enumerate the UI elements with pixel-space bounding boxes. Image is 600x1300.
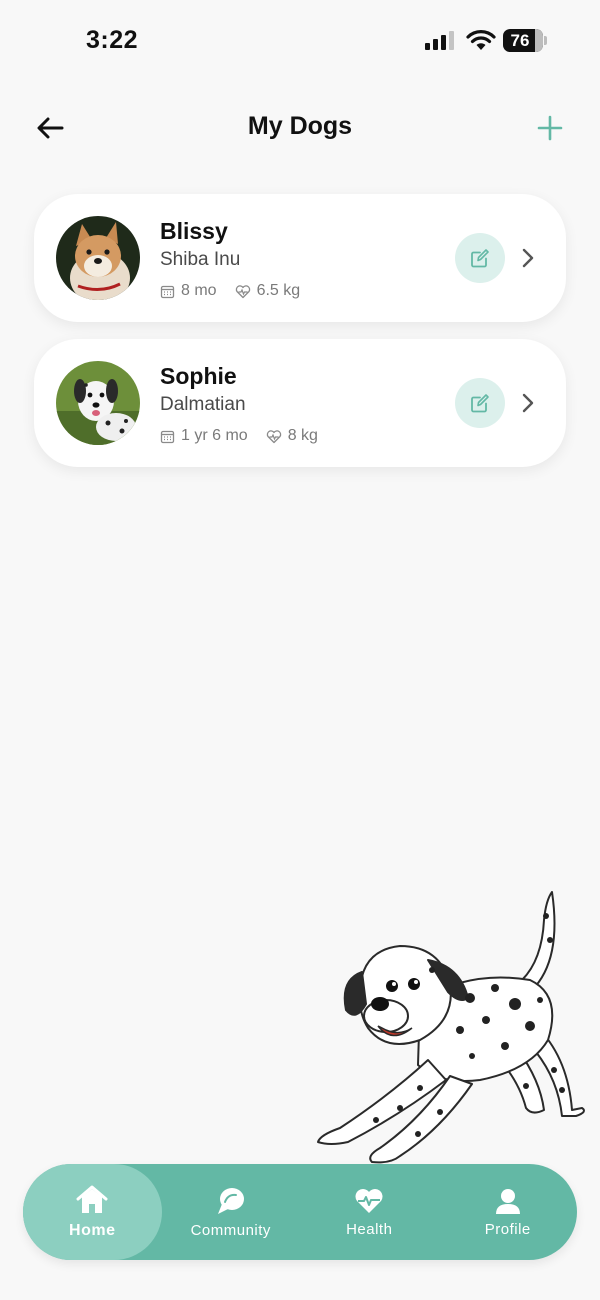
- edit-button[interactable]: [455, 233, 505, 283]
- cellular-signal-icon: [425, 31, 454, 50]
- dog-name: Blissy: [160, 218, 228, 244]
- dog-weight: 6.5 kg: [256, 282, 301, 299]
- nav-label: Home: [69, 1222, 116, 1239]
- dog-card[interactable]: Sophie Dalmatian 1 yr 6 mo 8 kg: [34, 339, 566, 467]
- dog-age: 8 mo: [181, 282, 217, 299]
- dog-age: 1 yr 6 mo: [181, 427, 248, 444]
- dog-name: Sophie: [160, 363, 237, 389]
- nav-item-profile[interactable]: Profile: [439, 1164, 578, 1260]
- heart-pulse-icon: [355, 1188, 383, 1213]
- home-icon: [76, 1185, 108, 1213]
- dalmatian-illustration: [317, 891, 585, 1164]
- dog-avatar: [56, 216, 140, 300]
- dog-list: Blissy Shiba Inu 8 mo 6.5 kg Sophie Dalm…: [34, 194, 566, 484]
- header: My Dogs: [0, 100, 600, 156]
- wifi-icon: [466, 30, 496, 50]
- dog-breed: Shiba Inu: [160, 249, 241, 270]
- dog-meta: 8 mo 6.5 kg: [160, 282, 318, 300]
- edit-icon: [471, 249, 489, 268]
- nav-item-home[interactable]: Home: [23, 1164, 162, 1260]
- dog-breed: Dalmatian: [160, 394, 246, 415]
- add-icon[interactable]: [534, 112, 566, 144]
- nav-label: Community: [190, 1221, 271, 1239]
- calendar-icon: [160, 285, 175, 298]
- bottom-nav: Home Community Health Profile: [23, 1164, 577, 1260]
- heart-pulse-icon: [235, 284, 250, 298]
- edit-icon: [471, 394, 489, 413]
- dog-weight: 8 kg: [287, 427, 318, 444]
- dog-card[interactable]: Blissy Shiba Inu 8 mo 6.5 kg: [34, 194, 566, 322]
- nav-item-health[interactable]: Health: [300, 1164, 439, 1260]
- chevron-right-icon[interactable]: [520, 391, 536, 415]
- dog-meta: 1 yr 6 mo 8 kg: [160, 427, 336, 445]
- page-title: My Dogs: [247, 112, 353, 140]
- heart-pulse-icon: [266, 429, 281, 443]
- battery-level: 76: [510, 31, 530, 50]
- battery-indicator: 76: [503, 29, 543, 52]
- battery-cap: [544, 36, 547, 45]
- dog-avatar: [56, 361, 140, 445]
- person-icon: [495, 1188, 520, 1214]
- calendar-icon: [160, 430, 175, 443]
- chevron-right-icon[interactable]: [520, 246, 536, 270]
- nav-label: Health: [346, 1220, 393, 1238]
- nav-item-community[interactable]: Community: [162, 1164, 301, 1260]
- status-time: 3:22: [86, 26, 139, 54]
- nav-label: Profile: [484, 1220, 531, 1238]
- chat-bubble-icon: [217, 1187, 244, 1214]
- status-bar: 3:22 76: [0, 0, 600, 82]
- edit-button[interactable]: [455, 378, 505, 428]
